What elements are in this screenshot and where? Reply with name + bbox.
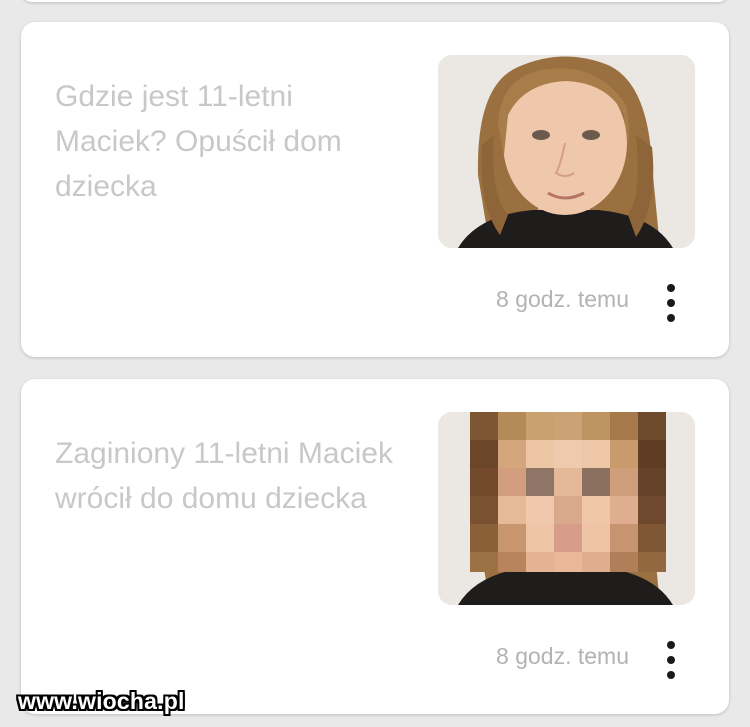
news-thumbnail[interactable] bbox=[438, 55, 695, 248]
news-timestamp: 8 godz. temu bbox=[496, 643, 629, 669]
news-headline[interactable]: Zaginiony 11-letni Maciek wrócił do domu… bbox=[55, 431, 405, 521]
watermark: www.wiocha.pl bbox=[18, 688, 185, 714]
more-vertical-icon[interactable] bbox=[659, 641, 683, 679]
child-photo bbox=[438, 55, 695, 248]
news-card[interactable]: Zaginiony 11-letni Maciek wrócił do domu… bbox=[21, 379, 729, 714]
news-card[interactable]: Gdzie jest 11-letni Maciek? Opuścił dom … bbox=[21, 22, 729, 357]
news-thumbnail[interactable] bbox=[438, 412, 695, 605]
news-headline[interactable]: Gdzie jest 11-letni Maciek? Opuścił dom … bbox=[55, 74, 405, 209]
previous-feed-card[interactable] bbox=[21, 0, 729, 2]
news-timestamp: 8 godz. temu bbox=[496, 286, 629, 312]
more-vertical-icon[interactable] bbox=[659, 284, 683, 322]
pixelated-child-photo bbox=[438, 412, 695, 605]
